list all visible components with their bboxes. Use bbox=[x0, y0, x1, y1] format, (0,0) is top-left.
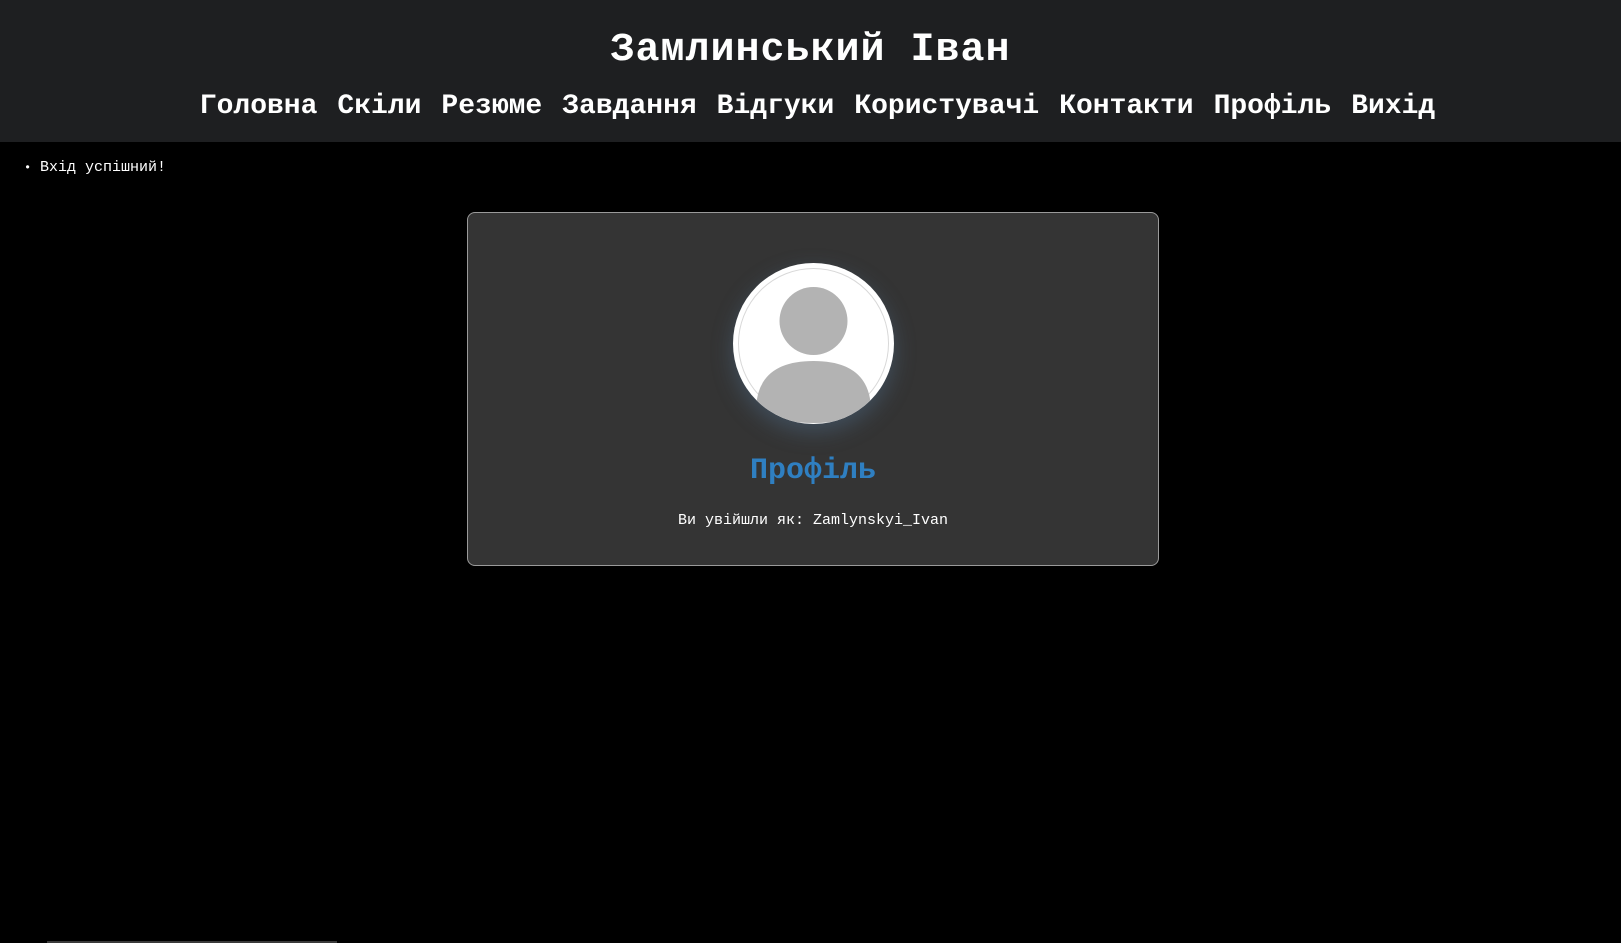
profile-title: Профіль bbox=[749, 454, 877, 488]
flash-message: Вхід успішний! bbox=[24, 158, 1621, 178]
nav-item-profile[interactable]: Профіль bbox=[1214, 88, 1332, 126]
nav-item-reviews[interactable]: Відгуки bbox=[717, 88, 835, 126]
profile-card: Профіль Ви увійшли як: Zamlynskyi_Ivan bbox=[467, 212, 1159, 566]
nav-item-contacts[interactable]: Контакти bbox=[1059, 88, 1193, 126]
nav-item-resume[interactable]: Резюме bbox=[441, 88, 542, 126]
logged-in-label: Ви увійшли як: bbox=[677, 512, 804, 529]
nav-item-tasks[interactable]: Завдання bbox=[562, 88, 696, 126]
nav-item-skills[interactable]: Скіли bbox=[337, 88, 421, 126]
site-title: Замлинський Іван bbox=[610, 28, 1011, 73]
nav-item-home[interactable]: Головна bbox=[200, 88, 318, 126]
user-avatar-icon bbox=[733, 263, 894, 424]
main-nav: Головна Скіли Резюме Завдання Відгуки Ко… bbox=[0, 88, 1621, 126]
nav-item-logout[interactable]: Вихід bbox=[1351, 88, 1435, 126]
nav-item-users[interactable]: Користувачі bbox=[854, 88, 1039, 126]
logged-in-info: Ви увійшли як: Zamlynskyi_Ivan bbox=[468, 511, 1158, 531]
flash-messages: Вхід успішний! bbox=[0, 158, 1621, 178]
username: Zamlynskyi_Ivan bbox=[813, 512, 949, 529]
site-header: Замлинський Іван Головна Скіли Резюме За… bbox=[0, 0, 1621, 142]
